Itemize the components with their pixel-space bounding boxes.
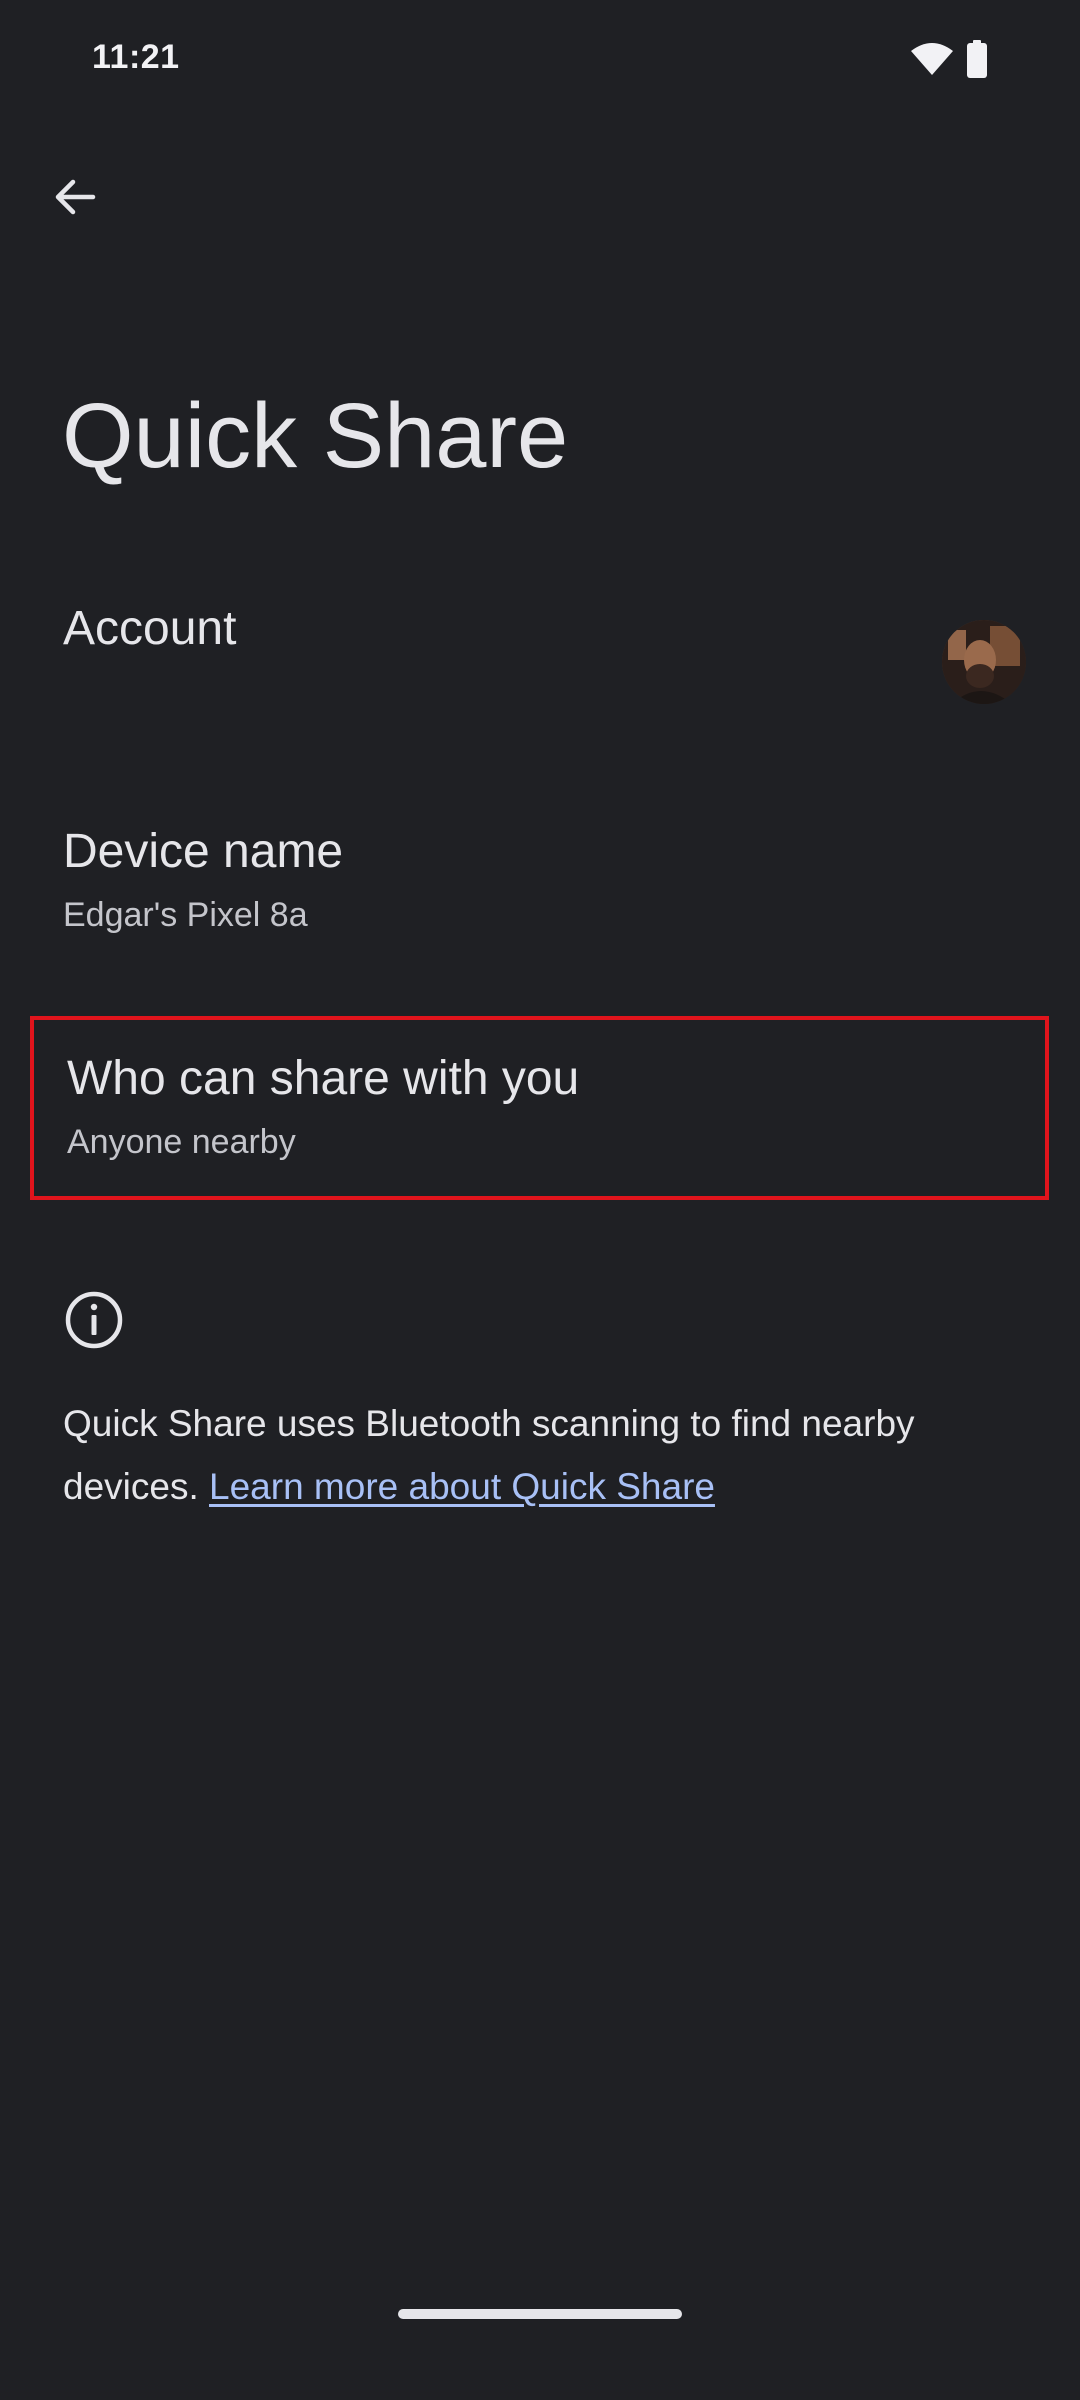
info-icon bbox=[65, 1291, 123, 1349]
who-can-share-title: Who can share with you bbox=[67, 1052, 580, 1105]
who-can-share-setting[interactable]: Who can share with you Anyone nearby bbox=[30, 1016, 1049, 1200]
avatar[interactable] bbox=[942, 620, 1026, 704]
status-bar: 11:21 bbox=[0, 0, 1080, 120]
home-indicator[interactable] bbox=[398, 2309, 682, 2319]
account-title: Account bbox=[63, 602, 237, 655]
device-name-setting[interactable]: Device name Edgar's Pixel 8a bbox=[30, 823, 1048, 973]
avatar-image bbox=[942, 620, 1026, 704]
battery-icon bbox=[967, 40, 987, 78]
info-text: Quick Share uses Bluetooth scanning to f… bbox=[63, 1392, 1023, 1518]
learn-more-link[interactable]: Learn more about Quick Share bbox=[209, 1466, 715, 1507]
device-name-title: Device name bbox=[63, 825, 344, 878]
back-button[interactable] bbox=[30, 152, 120, 242]
account-setting[interactable]: Account bbox=[30, 600, 1048, 740]
device-name-summary: Edgar's Pixel 8a bbox=[63, 895, 308, 934]
page-title: Quick Share bbox=[62, 385, 569, 487]
status-time: 11:21 bbox=[92, 38, 180, 76]
arrow-left-icon bbox=[55, 179, 96, 215]
who-can-share-summary: Anyone nearby bbox=[67, 1122, 296, 1161]
wifi-icon bbox=[911, 43, 953, 75]
